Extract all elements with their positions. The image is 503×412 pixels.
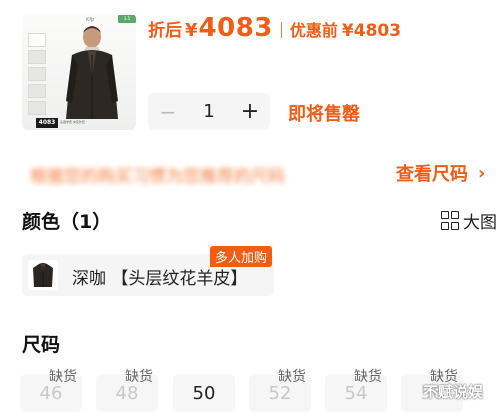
watermark: 不赋说娱 <box>423 383 484 401</box>
size-value: 52 <box>268 383 292 404</box>
original-price-label: 优惠前 <box>289 21 338 40</box>
quantity-stepper: − 1 + <box>148 93 270 130</box>
large-image-toggle[interactable]: 大图 <box>441 208 497 233</box>
price-divider <box>280 22 282 38</box>
size-chart-link[interactable]: 查看尺码 › <box>396 160 485 186</box>
quantity-value[interactable]: 1 <box>188 101 230 122</box>
color-option-label: 深咖 【头层纹花羊皮】 <box>72 269 248 289</box>
decrease-button[interactable]: − <box>148 100 188 124</box>
size-value: 54 <box>344 383 368 404</box>
popular-badge: 多人加购 <box>210 246 273 267</box>
blurred-notice: 根据您的购买习惯为您推荐的尺码 <box>30 167 285 187</box>
out-of-stock-label: 缺货 <box>354 369 382 385</box>
price-header: 折后 ¥ 4083 优惠前 ¥4803 <box>148 13 401 47</box>
out-of-stock-label: 缺货 <box>125 369 153 385</box>
stock-status: 即将售罄 <box>288 104 360 125</box>
product-thumbnail[interactable]: Kfp 3.5 4083 头层羊皮 夹克外套 <box>22 13 136 130</box>
jacket-model-image <box>66 26 118 119</box>
thumbnail-side-images <box>28 33 46 123</box>
discount-price: 4083 <box>198 13 273 43</box>
currency-symbol: ¥ <box>185 20 198 41</box>
color-section-title: 颜色（1） <box>22 211 112 233</box>
size-section-title: 尺码 <box>22 334 61 356</box>
discount-label: 折后 <box>148 21 182 41</box>
size-value: 46 <box>39 383 63 404</box>
increase-button[interactable]: + <box>230 99 270 124</box>
size-value: 50 <box>192 383 216 404</box>
size-chart-label: 查看尺码 <box>396 164 468 185</box>
grid-icon <box>441 211 459 230</box>
original-price: ¥4803 <box>341 21 402 41</box>
thumbnail-caption: 头层羊皮 夹克外套 <box>60 120 85 124</box>
out-of-stock-label: 缺货 <box>49 369 77 385</box>
out-of-stock-label: 缺货 <box>278 369 306 385</box>
large-image-label: 大图 <box>463 213 497 233</box>
size-value: 48 <box>115 383 139 404</box>
jacket-icon <box>33 263 53 287</box>
color-swatch <box>28 260 58 290</box>
thumbnail-price: 4083 <box>36 118 58 128</box>
size-option-50[interactable]: 50 <box>173 374 235 412</box>
chevron-right-icon: › <box>478 162 486 184</box>
